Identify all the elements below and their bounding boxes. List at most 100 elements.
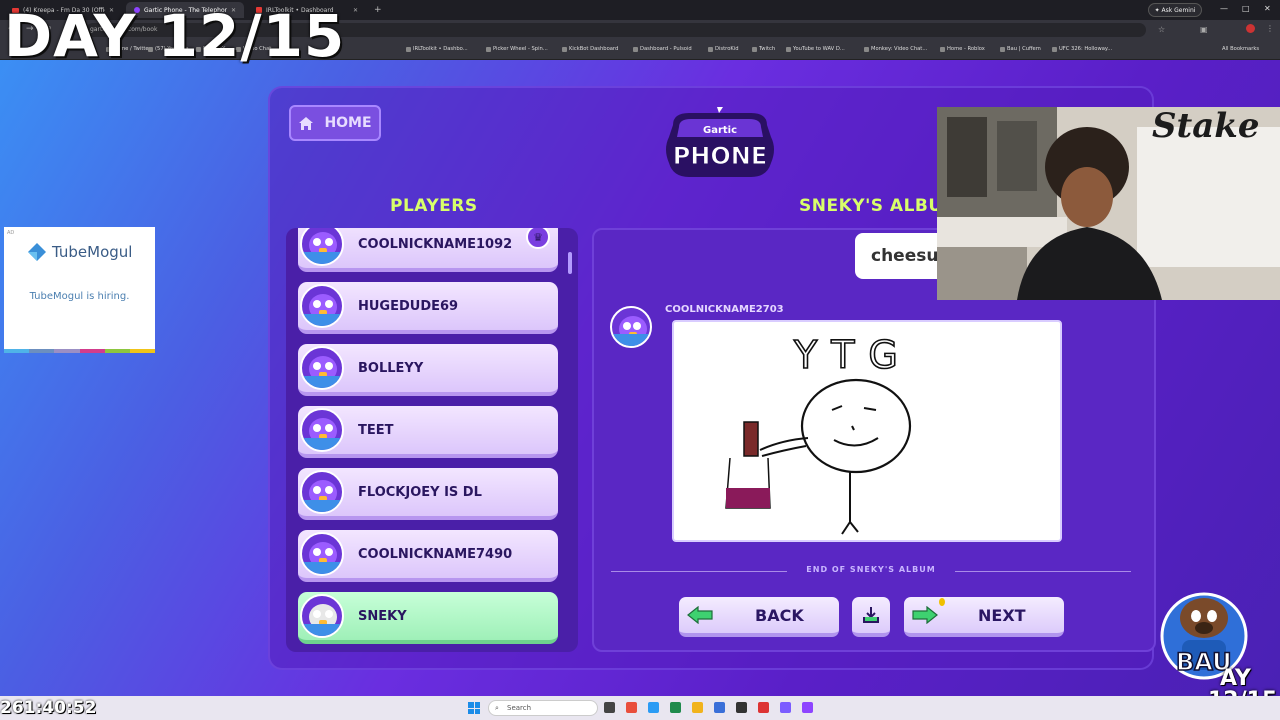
player-avatar (300, 594, 344, 638)
taskbar-app-icon[interactable] (802, 702, 813, 713)
taskbar-app-icon[interactable] (626, 702, 637, 713)
bookmark-item[interactable]: Monkey: Video Chat... (864, 46, 927, 52)
player-name: BOLLEYY (358, 360, 424, 376)
players-scrollbar[interactable] (568, 252, 572, 274)
close-tab-icon[interactable]: ✕ (353, 7, 358, 14)
bookmark-item[interactable]: YouTube to WAV D... (786, 46, 845, 52)
bookmark-favicon-icon (486, 46, 491, 52)
extensions-icon[interactable]: ▣ (1200, 25, 1208, 34)
player-avatar (300, 228, 344, 266)
arrow-right-icon (912, 606, 938, 624)
bookmark-favicon-icon (562, 46, 567, 52)
taskbar-app-icon[interactable] (692, 702, 703, 713)
player-row[interactable]: COOLNICKNAME1092 ♛ (298, 228, 558, 272)
ad-stripe-segment (104, 349, 130, 353)
bolt-icon (717, 107, 723, 113)
taskbar-app-icon[interactable] (604, 702, 615, 713)
bookmark-label: Monkey: Video Chat... (871, 46, 928, 52)
day-small-line1: AY (1220, 666, 1251, 691)
windows-start-icon[interactable] (468, 702, 480, 714)
all-bookmarks[interactable]: All Bookmarks (1222, 46, 1259, 52)
search-icon: ⌕ (495, 704, 499, 712)
bookmark-item[interactable]: Twitch (752, 46, 775, 52)
taskbar-app-icon[interactable] (670, 702, 681, 713)
player-row[interactable]: FLOCKJOEY IS DL (298, 468, 558, 520)
sponsor-logo: Stake (1152, 107, 1259, 146)
star-icon[interactable]: ☆ (1158, 25, 1165, 34)
sparkle-icon: ✦ (1154, 6, 1162, 14)
logo-line2: PHONE (673, 142, 768, 170)
taskbar-app-icon[interactable] (736, 702, 747, 713)
bookmark-favicon-icon (786, 46, 791, 52)
bookmark-label: UFC 326: Holloway... (1059, 46, 1113, 52)
player-row[interactable]: COOLNICKNAME7490 (298, 530, 558, 582)
gartic-phone-logo: Gartic PHONE (666, 107, 774, 177)
player-row[interactable]: SNEKY (298, 592, 558, 644)
end-of-album-label: END OF SNEKY'S ALBUM (806, 565, 936, 574)
bookmark-favicon-icon (1000, 46, 1005, 52)
download-button[interactable] (852, 597, 890, 637)
player-avatar (300, 470, 344, 514)
menu-icon[interactable]: ⋮ (1266, 24, 1274, 33)
bookmark-favicon-icon (1052, 46, 1057, 52)
bookmark-favicon-icon (633, 46, 638, 52)
bookmark-favicon-icon (406, 46, 411, 52)
player-row[interactable]: BOLLEYY (298, 344, 558, 396)
taskbar-app-icon[interactable] (780, 702, 791, 713)
bookmark-item[interactable]: IRLToolkit • Dashbo... (406, 46, 468, 52)
bookmark-item[interactable]: UFC 326: Holloway... (1052, 46, 1112, 52)
minimize-icon[interactable]: — (1220, 4, 1228, 13)
back-button[interactable]: BACK (679, 597, 839, 637)
new-tab-button[interactable]: + (374, 5, 382, 15)
bookmark-item[interactable]: Bau | Cuffem (1000, 46, 1041, 52)
ad-stripe-segment (29, 349, 55, 353)
end-of-album-divider: END OF SNEKY'S ALBUM (611, 565, 1131, 577)
next-button[interactable]: NEXT (904, 597, 1064, 637)
stream-timer: 261:40:52 (0, 698, 97, 718)
ad-stripe-segment (129, 349, 156, 353)
taskbar-app-icon[interactable] (758, 702, 769, 713)
player-name: HUGEDUDE69 (358, 298, 459, 314)
ad-text: TubeMogul is hiring. (29, 291, 130, 302)
player-avatar (300, 284, 344, 328)
player-row[interactable]: HUGEDUDE69 (298, 282, 558, 334)
ad-stripe-segment (79, 349, 105, 353)
album-drawing: YTG (672, 320, 1062, 542)
close-window-icon[interactable]: ✕ (1264, 4, 1271, 13)
logo-line1: Gartic (703, 125, 737, 136)
bookmark-item[interactable]: Dashboard - Pulsoid (633, 46, 692, 52)
bookmark-label: KickBot Dashboard (569, 46, 619, 52)
download-icon (863, 607, 879, 623)
player-name: TEET (358, 422, 394, 438)
drawing-author: COOLNICKNAME2703 (665, 304, 784, 315)
players-list[interactable]: COOLNICKNAME1092 ♛ HUGEDUDE69 BOLLEYY TEET FL… (286, 228, 578, 652)
bookmark-label: DistroKid (715, 46, 739, 52)
drawing-canvas: YTG (725, 332, 912, 535)
profile-avatar[interactable] (1246, 24, 1255, 33)
bookmark-item[interactable]: DistroKid (708, 46, 739, 52)
bookmark-item[interactable]: KickBot Dashboard (562, 46, 618, 52)
bookmark-item[interactable]: Picker Wheel - Spin... (486, 46, 548, 52)
bookmark-item[interactable]: Home - Roblox (940, 46, 985, 52)
arrow-left-icon (687, 606, 713, 624)
bookmark-label: Home - Roblox (947, 46, 985, 52)
player-avatar (300, 346, 344, 390)
next-label: NEXT (978, 605, 1026, 625)
taskbar-search[interactable]: ⌕ Search (488, 700, 598, 716)
maximize-icon[interactable]: □ (1242, 4, 1250, 13)
home-label: HOME (324, 115, 372, 131)
taskbar-app-icon[interactable] (714, 702, 725, 713)
taskbar-app-icon[interactable] (648, 702, 659, 713)
back-label: BACK (755, 605, 804, 625)
windows-taskbar (0, 696, 1280, 720)
ask-gemini-label: Ask Gemini (1161, 6, 1196, 14)
home-button[interactable]: HOME (289, 105, 381, 141)
bookmark-label: Picker Wheel - Spin... (493, 46, 548, 52)
tubemogul-ad[interactable]: AD TubeMogul TubeMogul is hiring. (4, 227, 156, 353)
player-row[interactable]: TEET (298, 406, 558, 458)
ad-color-stripe (4, 349, 156, 353)
ad-stripe-segment (54, 349, 80, 353)
players-title: PLAYERS (390, 196, 478, 216)
player-name: COOLNICKNAME7490 (358, 546, 513, 562)
ask-gemini-button[interactable]: ✦ Ask Gemini (1148, 3, 1202, 17)
